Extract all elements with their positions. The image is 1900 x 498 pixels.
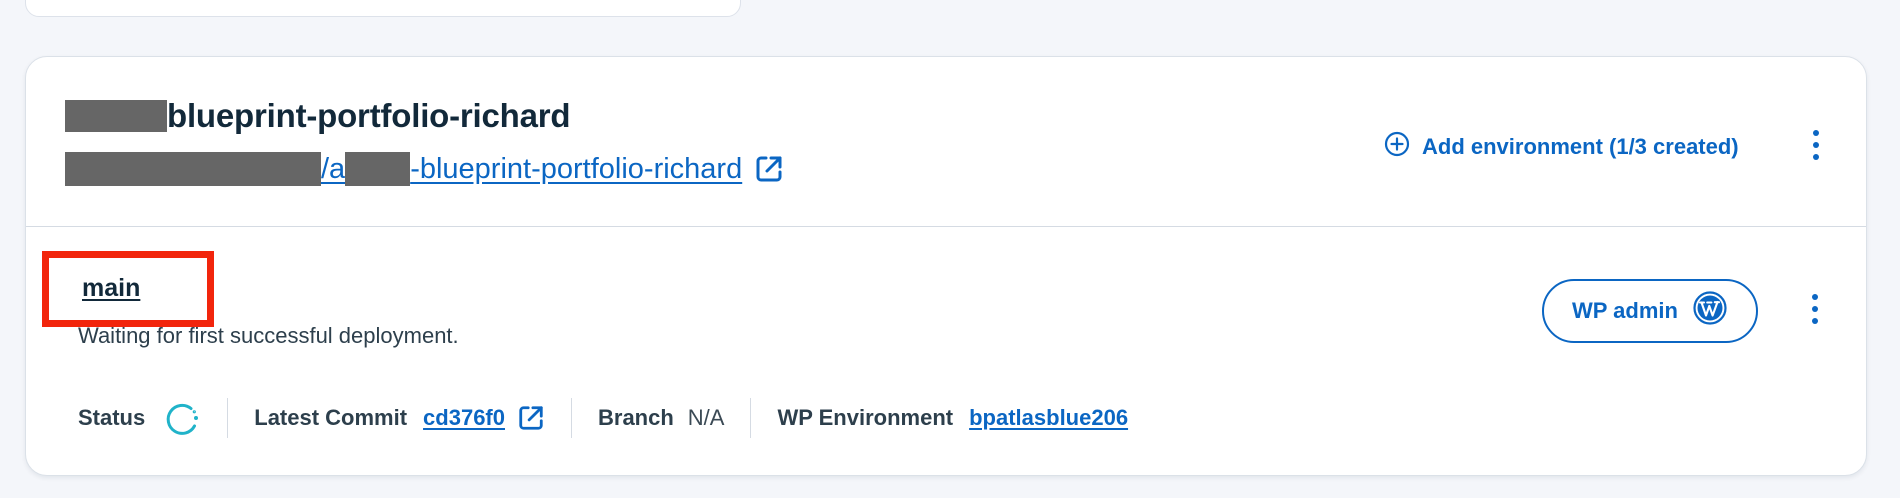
site-card-header: blueprint-portfolio-richard /a -blueprin…	[26, 57, 1866, 227]
branch-label: Branch	[598, 405, 674, 430]
branch-item: Branch N/A	[598, 397, 724, 439]
external-link-icon[interactable]	[517, 404, 545, 432]
add-environment-button[interactable]: Add environment (1/3 created)	[1384, 131, 1739, 163]
previous-site-card	[25, 0, 741, 17]
wp-environment-link[interactable]: bpatlasblue206	[969, 405, 1128, 431]
wordpress-icon	[1692, 290, 1728, 332]
latest-commit-item: Latest Commit cd376f0	[254, 397, 545, 439]
repository-link-text[interactable]: -blueprint-portfolio-richard	[410, 153, 742, 186]
redacted-block	[65, 152, 321, 186]
branch-value: N/A	[687, 405, 725, 430]
status-item: Status	[78, 397, 201, 439]
repository-link-separator[interactable]: /a	[321, 153, 345, 186]
redacted-block	[345, 152, 411, 186]
divider	[750, 398, 752, 438]
wp-environment-label: WP Environment	[777, 405, 954, 430]
plus-circle-icon	[1384, 131, 1410, 163]
environment-meta-row: Status Latest Commit cd376f0 Branch N/A …	[78, 397, 1128, 439]
environment-more-options-icon[interactable]	[1803, 289, 1827, 329]
wp-admin-button[interactable]: WP admin	[1542, 279, 1758, 343]
loading-spinner-icon	[163, 399, 201, 437]
latest-commit-link[interactable]: cd376f0	[423, 405, 505, 431]
wp-admin-label[interactable]: WP admin	[1572, 298, 1678, 324]
add-environment-label[interactable]: Add environment (1/3 created)	[1422, 134, 1739, 160]
environment-description: Waiting for first successful deployment.	[78, 323, 459, 348]
divider	[227, 398, 229, 438]
redacted-block	[65, 100, 167, 132]
repository-link[interactable]: /a -blueprint-portfolio-richard	[65, 152, 784, 186]
site-more-options-icon[interactable]	[1804, 125, 1828, 165]
divider	[571, 398, 572, 438]
site-title: blueprint-portfolio-richard	[65, 97, 571, 135]
environment-name-link[interactable]: main	[82, 274, 140, 303]
wp-environment-item: WP Environment bpatlasblue206	[777, 397, 1128, 439]
site-card: blueprint-portfolio-richard /a -blueprin…	[25, 56, 1867, 476]
latest-commit-label: Latest Commit	[254, 405, 408, 430]
status-label: Status	[78, 405, 146, 430]
site-title-text: blueprint-portfolio-richard	[167, 97, 571, 134]
external-link-icon[interactable]	[754, 154, 784, 184]
